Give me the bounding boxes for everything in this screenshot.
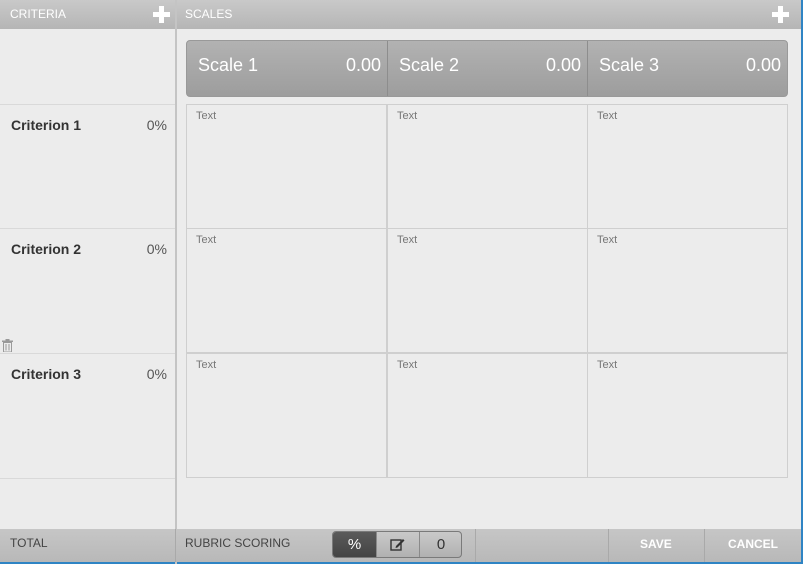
cell-text[interactable]: Text: [597, 234, 617, 246]
criterion-row-2[interactable]: Criterion 2 0%: [0, 228, 175, 353]
criterion-percent: 0%: [146, 241, 167, 257]
footer-divider: [475, 529, 476, 562]
rubric-cell[interactable]: Text: [186, 228, 387, 353]
criteria-header: CRITERIA: [0, 0, 175, 29]
scale-value: 0.00: [545, 55, 581, 75]
cell-text[interactable]: Text: [597, 110, 617, 122]
rubric-cell[interactable]: Text: [387, 353, 588, 478]
rubric-scoring-label: RUBRIC SCORING: [185, 536, 291, 550]
criterion-row-3[interactable]: Criterion 3 0%: [0, 353, 175, 478]
criterion-row-1[interactable]: Criterion 1 0%: [0, 104, 175, 229]
scoring-mode-toggle: % 0: [332, 531, 462, 558]
cell-text[interactable]: Text: [597, 359, 617, 371]
rubric-cell[interactable]: Text: [587, 228, 788, 353]
criterion-name[interactable]: Criterion 1: [11, 117, 81, 133]
rubric-grid: Text Text Text Text Text Text Text Text …: [186, 104, 788, 479]
points-mode-button[interactable]: 0: [419, 532, 461, 557]
add-scale-icon[interactable]: [772, 6, 789, 23]
criterion-percent: 0%: [146, 117, 167, 133]
criterion-name[interactable]: Criterion 2: [11, 241, 81, 257]
footer-divider: [608, 529, 609, 562]
column-divider: [175, 0, 177, 564]
scale-name: Scale 3: [599, 55, 660, 75]
criteria-title: CRITERIA: [10, 7, 67, 21]
footer-divider: [704, 529, 705, 562]
scales-header: SCALES: [177, 0, 801, 29]
criterion-name[interactable]: Criterion 3: [11, 366, 81, 382]
scale-1[interactable]: Scale 1 0.00: [187, 41, 387, 96]
rubric-cell[interactable]: Text: [387, 228, 588, 353]
scale-name: Scale 2: [399, 55, 460, 75]
rubric-cell[interactable]: Text: [587, 104, 788, 229]
cell-text[interactable]: Text: [196, 359, 216, 371]
criteria-empty-row: [0, 478, 175, 529]
edit-mode-button[interactable]: [376, 532, 419, 557]
cell-text[interactable]: Text: [196, 110, 216, 122]
scale-value: 0.00: [345, 55, 381, 75]
footer-bar: TOTAL RUBRIC SCORING % 0 SAVE CANCEL: [0, 529, 801, 562]
add-criterion-icon[interactable]: [153, 6, 170, 23]
cancel-button[interactable]: CANCEL: [728, 537, 778, 551]
cell-text[interactable]: Text: [397, 110, 417, 122]
rubric-cell[interactable]: Text: [587, 353, 788, 478]
scales-title: SCALES: [185, 7, 233, 21]
criteria-column: Criterion 1 0% Criterion 2 0% Criterion …: [0, 29, 175, 529]
save-button[interactable]: SAVE: [640, 537, 672, 551]
footer-divider: [175, 529, 176, 562]
cell-text[interactable]: Text: [397, 359, 417, 371]
cell-text[interactable]: Text: [196, 234, 216, 246]
percent-mode-button[interactable]: %: [333, 532, 376, 557]
scale-value: 0.00: [745, 55, 781, 75]
cell-text[interactable]: Text: [397, 234, 417, 246]
rubric-cell[interactable]: Text: [387, 104, 588, 229]
criterion-percent: 0%: [146, 366, 167, 382]
total-label: TOTAL: [10, 536, 48, 550]
scale-2[interactable]: Scale 2 0.00: [387, 41, 587, 96]
scale-name: Scale 1: [198, 55, 259, 75]
scales-bar: Scale 1 0.00 Scale 2 0.00 Scale 3 0.00: [186, 40, 788, 97]
edit-icon: [390, 539, 405, 551]
scale-3[interactable]: Scale 3 0.00: [587, 41, 787, 96]
trash-icon[interactable]: [2, 339, 13, 352]
rubric-cell[interactable]: Text: [186, 353, 387, 478]
rubric-cell[interactable]: Text: [186, 104, 387, 229]
